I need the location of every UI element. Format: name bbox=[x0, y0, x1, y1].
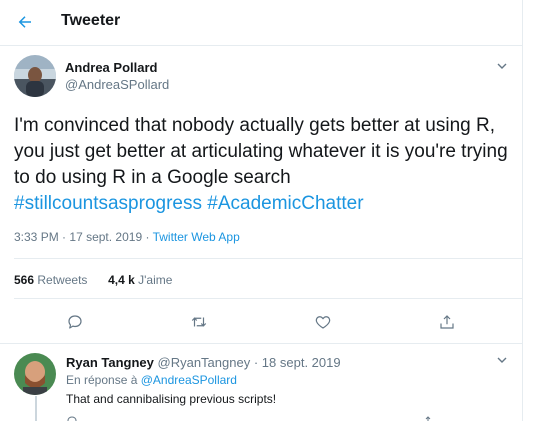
reply-button[interactable] bbox=[64, 311, 86, 333]
likes-stat[interactable]: 4,4 k J'aime bbox=[108, 273, 172, 287]
reply-header: Ryan Tangney @RyanTangney · 18 sept. 201… bbox=[66, 355, 341, 370]
chevron-down-icon bbox=[497, 357, 507, 363]
likes-label: J'aime bbox=[138, 273, 173, 287]
divider bbox=[0, 343, 522, 344]
chevron-down-icon bbox=[497, 63, 507, 69]
tweet-body: I'm convinced that nobody actually gets … bbox=[14, 115, 508, 188]
divider bbox=[14, 258, 522, 259]
author-handle[interactable]: @AndreaSPollard bbox=[65, 77, 169, 92]
divider bbox=[14, 298, 522, 299]
page-title: Tweeter bbox=[61, 12, 121, 29]
tweet-date[interactable]: 17 sept. 2019 bbox=[69, 230, 142, 244]
share-icon bbox=[425, 416, 431, 421]
reply-author-name[interactable]: Ryan Tangney bbox=[66, 355, 154, 370]
reply-icon bbox=[68, 315, 82, 329]
reply-share-button[interactable] bbox=[422, 414, 434, 421]
retweets-label: Retweets bbox=[37, 273, 88, 287]
reply-text: That and cannibalising previous scripts! bbox=[66, 392, 277, 406]
tweet-stats: 566 Retweets 4,4 k J'aime bbox=[14, 273, 172, 287]
reply-icon bbox=[67, 416, 77, 421]
back-arrow-icon bbox=[18, 16, 31, 28]
hashtag-link[interactable]: #stillcountsasprogress bbox=[14, 193, 202, 214]
author-avatar[interactable] bbox=[14, 55, 56, 97]
reply-author-avatar[interactable] bbox=[14, 353, 56, 395]
hashtag-link[interactable]: #AcademicChatter bbox=[207, 193, 363, 214]
tweet-time[interactable]: 3:33 PM bbox=[14, 230, 59, 244]
like-icon bbox=[315, 316, 331, 329]
header-bar: Tweeter bbox=[0, 0, 522, 46]
replying-to: En réponse à @AndreaSPollard bbox=[66, 373, 237, 387]
share-button[interactable] bbox=[436, 311, 458, 333]
retweet-icon bbox=[191, 317, 207, 327]
share-icon bbox=[440, 315, 454, 329]
reply-menu-button[interactable] bbox=[494, 352, 510, 368]
replying-prefix: En réponse à bbox=[66, 373, 138, 387]
back-button[interactable] bbox=[12, 9, 38, 35]
replying-to-link[interactable]: @AndreaSPollard bbox=[141, 373, 237, 387]
reply-date[interactable]: 18 sept. 2019 bbox=[262, 355, 341, 370]
retweet-button[interactable] bbox=[188, 311, 210, 333]
tweet-menu-button[interactable] bbox=[494, 58, 510, 74]
likes-count: 4,4 k bbox=[108, 273, 135, 287]
like-button[interactable] bbox=[312, 311, 334, 333]
reply-reply-button[interactable] bbox=[66, 414, 78, 421]
reply-author-handle[interactable]: @RyanTangney bbox=[158, 355, 251, 370]
tweet-meta: 3:33 PM · 17 sept. 2019 · Twitter Web Ap… bbox=[14, 230, 240, 244]
thread-line bbox=[35, 396, 37, 421]
tweet-source[interactable]: Twitter Web App bbox=[153, 230, 240, 244]
retweets-stat[interactable]: 566 Retweets bbox=[14, 273, 91, 287]
retweets-count: 566 bbox=[14, 273, 35, 287]
tweet-text: I'm convinced that nobody actually gets … bbox=[14, 113, 519, 217]
tweet-detail-column: Tweeter Andrea Pollard @AndreaSPollard I… bbox=[0, 0, 523, 421]
author-name[interactable]: Andrea Pollard bbox=[65, 60, 157, 75]
